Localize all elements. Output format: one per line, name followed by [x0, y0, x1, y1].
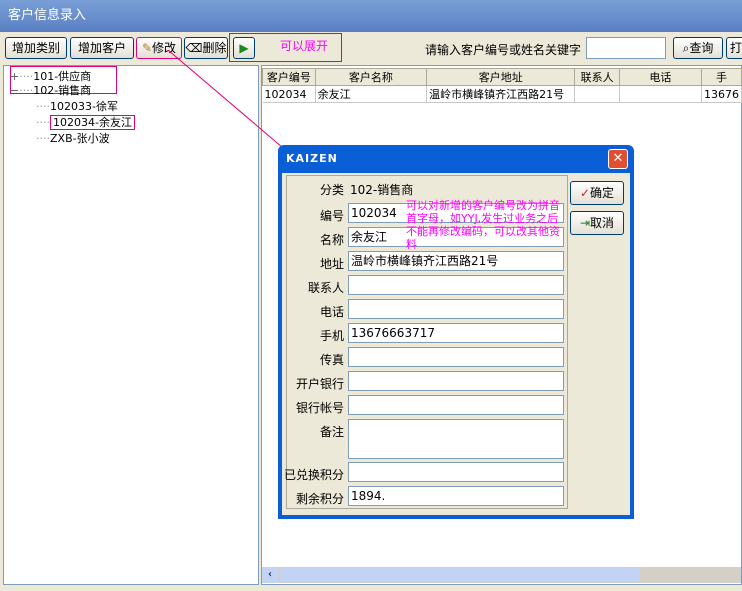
- category-value: 102-销售商: [350, 183, 414, 197]
- phone-field[interactable]: [348, 299, 564, 319]
- field-label: 备注: [319, 425, 344, 439]
- exit-door-icon: ⇥: [579, 216, 591, 230]
- dialog-body: 分类 102-销售商 编号 102034 名称 余友江 地址 温岭市横峰镇齐江西…: [282, 173, 630, 515]
- redeemed-points-field[interactable]: [348, 462, 564, 482]
- fax-field[interactable]: [348, 347, 564, 367]
- ok-button[interactable]: ✓确定: [570, 181, 624, 205]
- field-label: 名称: [319, 233, 344, 247]
- field-label: 编号: [319, 209, 344, 223]
- remaining-points-field[interactable]: 1894.: [348, 486, 564, 506]
- field-label: 已兑换积分: [283, 468, 344, 482]
- code-annotation: 可以对新增的客户编号改为拼音首字母，如YYJ,发生过业务之后不能再修改编码，可以…: [406, 199, 560, 251]
- field-label: 剩余积分: [295, 492, 344, 506]
- checkmark-icon: ✓: [579, 186, 591, 200]
- field-label: 传真: [319, 353, 344, 367]
- field-label: 手机: [319, 329, 344, 343]
- remark-field[interactable]: [348, 419, 564, 459]
- dialog-title: KAIZEN: [286, 152, 338, 165]
- contact-field[interactable]: [348, 275, 564, 295]
- mobile-field[interactable]: 13676663717: [348, 323, 564, 343]
- close-icon[interactable]: ✕: [608, 149, 628, 169]
- ok-label: 确定: [590, 186, 615, 200]
- bank-field[interactable]: [348, 371, 564, 391]
- cancel-button[interactable]: ⇥取消: [570, 211, 624, 235]
- cancel-label: 取消: [590, 216, 615, 230]
- edit-customer-dialog: KAIZEN ✕ 分类 102-销售商 编号 102034 名称 余友江 地址 …: [278, 145, 634, 519]
- field-label: 开户银行: [295, 377, 344, 391]
- address-field[interactable]: 温岭市横峰镇齐江西路21号: [348, 251, 564, 271]
- field-label: 电话: [319, 305, 344, 319]
- bank-account-field[interactable]: [348, 395, 564, 415]
- field-label: 银行帐号: [295, 401, 344, 415]
- category-label: 分类: [319, 183, 344, 197]
- field-label: 联系人: [307, 281, 344, 295]
- field-label: 地址: [319, 257, 344, 271]
